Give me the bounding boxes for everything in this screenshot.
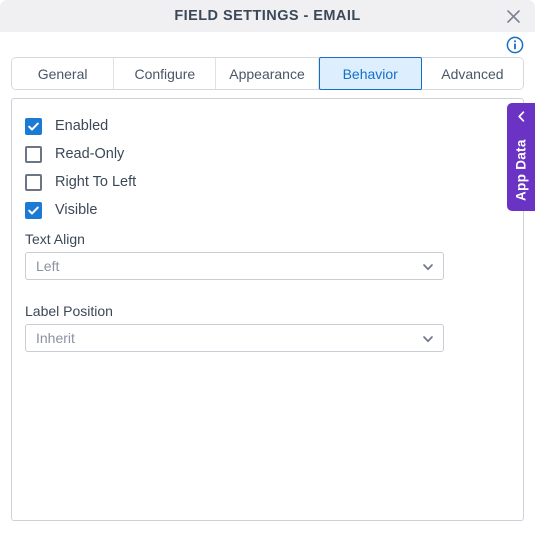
tab-appearance[interactable]: Appearance — [216, 58, 319, 89]
close-icon — [506, 9, 521, 24]
behavior-panel: Enabled Read-Only Right To Left Visible … — [11, 98, 524, 521]
checkbox-visible[interactable] — [25, 201, 42, 219]
tab-advanced[interactable]: Advanced — [421, 58, 524, 89]
label-position-value: Inherit — [36, 330, 75, 346]
field-spacer — [12, 280, 523, 296]
label-position-select[interactable]: Inherit — [25, 324, 444, 352]
text-align-field: Text Align Left — [12, 224, 523, 280]
dialog-title: FIELD SETTINGS - EMAIL — [174, 8, 361, 24]
field-settings-dialog: FIELD SETTINGS - EMAIL General Configure… — [0, 0, 535, 555]
checkbox-label-read-only: Read-Only — [55, 146, 125, 162]
label-position-label: Label Position — [25, 303, 113, 319]
checkbox-label-right-to-left: Right To Left — [55, 174, 137, 190]
behavior-checkbox-list: Enabled Read-Only Right To Left Visible — [12, 99, 523, 224]
tab-advanced-label: Advanced — [441, 65, 504, 82]
dialog-titlebar: FIELD SETTINGS - EMAIL — [0, 0, 535, 32]
text-align-select[interactable]: Left — [25, 252, 444, 280]
checkbox-read-only[interactable] — [25, 145, 42, 163]
checkbox-right-to-left[interactable] — [25, 173, 42, 191]
info-row — [0, 32, 535, 57]
info-icon — [506, 36, 524, 54]
checkbox-row-visible[interactable]: Visible — [25, 196, 523, 224]
app-data-label: App Data — [513, 139, 529, 201]
text-align-label: Text Align — [25, 231, 85, 247]
settings-tab-bar: General Configure Appearance Behavior Ad… — [11, 57, 524, 90]
chevron-down-icon — [422, 333, 434, 345]
label-position-field: Label Position Inherit — [12, 296, 523, 352]
check-icon — [27, 120, 40, 133]
checkbox-row-right-to-left[interactable]: Right To Left — [25, 168, 523, 196]
chevron-down-icon — [422, 261, 434, 273]
tab-configure-label: Configure — [134, 65, 196, 82]
info-button[interactable] — [506, 36, 524, 54]
tab-appearance-label: Appearance — [229, 65, 305, 82]
checkbox-label-visible: Visible — [55, 202, 98, 218]
text-align-value: Left — [36, 258, 60, 274]
close-button[interactable] — [499, 0, 527, 32]
tab-general[interactable]: General — [12, 58, 115, 89]
checkbox-row-enabled[interactable]: Enabled — [25, 112, 523, 140]
tab-behavior[interactable]: Behavior — [318, 57, 422, 90]
tab-general-label: General — [37, 65, 88, 82]
checkbox-label-enabled: Enabled — [55, 118, 109, 134]
chevron-left-icon — [507, 110, 535, 123]
checkbox-enabled[interactable] — [25, 117, 42, 135]
check-icon — [27, 204, 40, 217]
tab-configure[interactable]: Configure — [114, 58, 217, 89]
tab-behavior-label: Behavior — [342, 65, 398, 82]
checkbox-row-read-only[interactable]: Read-Only — [25, 140, 523, 168]
app-data-panel-toggle[interactable]: App Data — [507, 103, 535, 211]
